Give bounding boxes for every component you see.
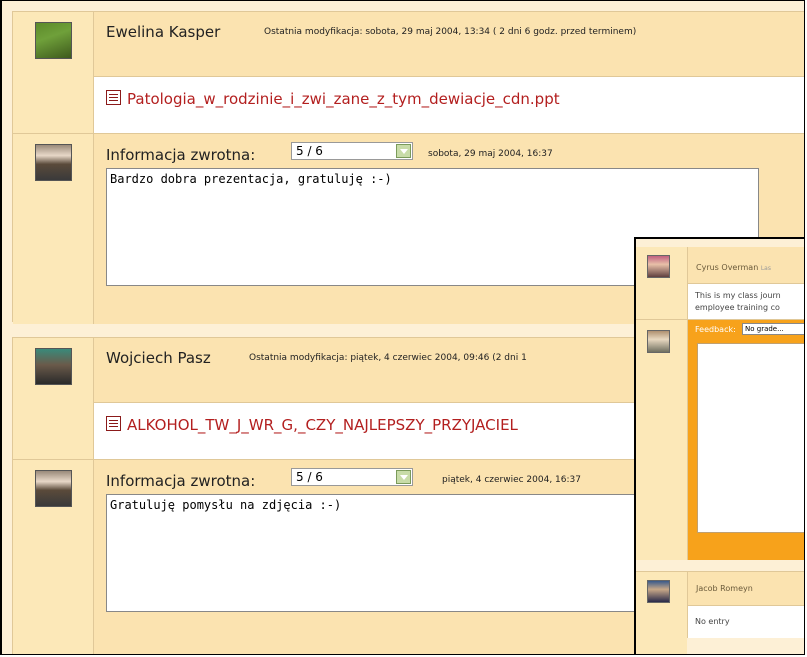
submission-file-row: Patologia_w_rodzinie_i_zwi_zane_z_tym_de… [93,76,804,133]
file-link[interactable]: ALKOHOL_TW_J_WR_G,_CZY_NAJLEPSZY_PRZYJAC… [106,416,518,434]
student-avatar[interactable] [647,255,670,278]
powerpoint-file-icon [106,90,121,105]
teacher-avatar[interactable] [647,330,670,353]
entry-text-cell: No entry [687,605,804,638]
powerpoint-file-icon [106,416,121,431]
submission-header: Ewelina Kasper Ostatnia modyfikacja: sob… [93,12,804,76]
chevron-down-icon[interactable] [396,470,411,484]
chevron-down-icon[interactable] [396,144,411,158]
teacher-avatar[interactable] [35,144,72,181]
modified-date: Ostatnia modyfikacja: sobota, 29 maj 200… [264,27,637,37]
student-name[interactable]: Ewelina Kasper [106,23,220,41]
grade-select[interactable]: 5 / 6 [291,142,413,160]
entry-text-line: employee training co [695,303,780,312]
assignment-submissions-page: Ewelina Kasper Ostatnia modyfikacja: sob… [0,0,805,655]
file-name[interactable]: Patologia_w_rodzinie_i_zwi_zane_z_tym_de… [127,90,560,108]
journal-entry: Cyrus Overman Las This is my class journ… [636,247,804,340]
teacher-picture-cell [636,319,687,560]
feedback-textarea[interactable] [697,343,804,533]
feedback-date: piątek, 4 czerwiec 2004, 16:37 [442,475,581,485]
feedback-label: Informacja zwrotna: [106,146,256,164]
file-link[interactable]: Patologia_w_rodzinie_i_zwi_zane_z_tym_de… [106,90,560,108]
student-name[interactable]: Jacob Romeyn [696,584,753,593]
feedback-cell: Feedback: No grade... [687,319,804,560]
student-avatar[interactable] [35,348,72,385]
modified-date: Ostatnia modyfikacja: piątek, 4 czerwiec… [249,353,527,363]
feedback-date: sobota, 29 maj 2004, 16:37 [428,149,553,159]
teacher-picture-cell [13,459,93,654]
entry-header: Cyrus Overman Las [687,247,804,283]
grade-value: 5 / 6 [296,144,323,158]
grade-select[interactable]: 5 / 6 [291,468,413,486]
entry-header: Jacob Romeyn [687,571,804,606]
student-picture-cell [13,12,93,133]
feedback-label: Feedback: [695,325,736,334]
entry-text-line: This is my class journ [695,291,781,300]
file-name[interactable]: ALKOHOL_TW_J_WR_G,_CZY_NAJLEPSZY_PRZYJAC… [127,416,518,434]
student-picture-cell [636,571,687,654]
student-name[interactable]: Cyrus Overman Las [696,263,771,272]
grade-select[interactable]: No grade... [742,323,804,335]
journal-entry: Jacob Romeyn No entry [636,571,804,654]
grade-placeholder: No grade... [745,325,784,333]
student-picture-cell [13,338,93,459]
journal-feedback: Feedback: No grade... [636,319,804,560]
journal-preview-window: Cyrus Overman Las This is my class journ… [634,237,804,654]
teacher-avatar[interactable] [35,470,72,507]
teacher-picture-cell [13,133,93,324]
feedback-label: Informacja zwrotna: [106,472,256,490]
student-avatar[interactable] [35,22,72,59]
grade-value: 5 / 6 [296,470,323,484]
student-avatar[interactable] [647,580,670,603]
no-entry-text: No entry [695,617,730,626]
student-name[interactable]: Wojciech Pasz [106,349,211,367]
